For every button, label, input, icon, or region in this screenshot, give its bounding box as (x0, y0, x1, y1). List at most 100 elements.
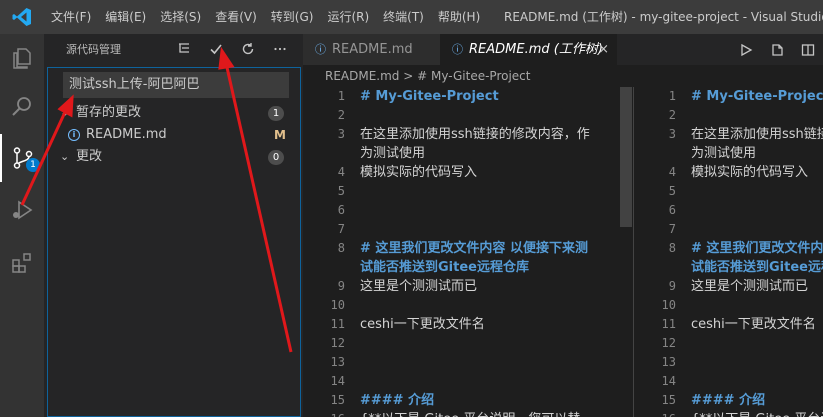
editor-pane-left[interactable]: 1 # My-Gitee-Project 2 3 在这里添加使用ssh链接的修改内容，作… (303, 87, 633, 417)
editor-pane-right[interactable]: 1 # My-Gitee-Project 2 3 在这里添加使用ssh链接的修改内容为测… (633, 87, 823, 417)
scrollbar-thumb[interactable] (620, 87, 632, 227)
line-number: 7 (668, 222, 676, 236)
code-text: # 这里我们更改文件内容 以便接下来测 (360, 241, 588, 256)
files-icon (13, 48, 31, 69)
menu-edit[interactable]: 编辑(E) (98, 0, 153, 34)
code-line[interactable]: 6 (303, 201, 633, 220)
sidebar-header: 源代码管理 (44, 34, 303, 64)
code-line[interactable]: 11 ceshi一下更改文件名 (303, 315, 633, 334)
code-line[interactable]: 13 (303, 353, 633, 372)
line-number: 6 (668, 203, 676, 217)
code-line[interactable]: 14 (303, 372, 633, 391)
commit-button[interactable] (200, 34, 232, 64)
chevron-down-icon: ⌄ (60, 106, 70, 119)
code-line[interactable]: 8 # 这里我们更改文件内容 以便接下来测 (303, 239, 633, 258)
line-number: 12 (330, 336, 345, 350)
code-line[interactable]: 为测试使用 (634, 144, 823, 163)
code-line[interactable]: 2 (303, 106, 633, 125)
info-icon: ⓘ (452, 43, 463, 56)
code-line[interactable]: 试能否推送到Gitee远程仓库 (634, 258, 823, 277)
code-line[interactable]: 10 (303, 296, 633, 315)
changes-count-badge: 0 (268, 150, 284, 165)
code-line[interactable]: 16 {**以下是 Gitee 平台说明，您可以替 (303, 410, 633, 417)
search-button[interactable] (0, 82, 44, 130)
menu-help[interactable]: 帮助(H) (431, 0, 487, 34)
info-icon: i (68, 129, 80, 141)
menu-file[interactable]: 文件(F) (44, 0, 98, 34)
changes-label: 更改 (76, 149, 103, 164)
menu-run[interactable]: 运行(R) (320, 0, 376, 34)
code-line[interactable]: 9 这里是个测测试而已 (634, 277, 823, 296)
line-number: 10 (661, 298, 676, 312)
sidebar-title: 源代码管理 (66, 43, 121, 56)
code-line[interactable]: 16 {**以下是 Gitee 平台说明 (634, 410, 823, 417)
code-line[interactable]: 为测试使用 (303, 144, 633, 163)
window-title: README.md (工作树) - my-gitee-project - Vis… (504, 10, 823, 24)
code-line[interactable]: 7 (303, 220, 633, 239)
code-line[interactable]: 10 (634, 296, 823, 315)
code-line[interactable]: 4 模拟实际的代码写入 (303, 163, 633, 182)
menu-selection[interactable]: 选择(S) (153, 0, 208, 34)
staged-changes-group[interactable]: ⌄ 暂存的更改 1 (48, 102, 300, 124)
code-line[interactable]: 12 (303, 334, 633, 353)
changes-group[interactable]: ⌄ 更改 0 (48, 146, 300, 168)
code-line[interactable]: 6 (634, 201, 823, 220)
tab-readme-working-tree[interactable]: ⓘ README.md (工作树) × (440, 34, 617, 65)
code-line[interactable]: 7 (634, 220, 823, 239)
line-number: 15 (661, 393, 676, 407)
editor-actions (731, 34, 823, 65)
source-control-button[interactable]: 1 (0, 134, 44, 182)
code-line[interactable]: 4 模拟实际的代码写入 (634, 163, 823, 182)
code-line[interactable]: 2 (634, 106, 823, 125)
code-line[interactable]: 8 # 这里我们更改文件内容 (634, 239, 823, 258)
staged-file-item[interactable]: i README.md M (48, 124, 300, 146)
breadcrumb[interactable]: README.md > # My-Gitee-Project (303, 65, 823, 87)
code-line[interactable]: 3 在这里添加使用ssh链接的修改内容 (634, 125, 823, 144)
more-actions-button[interactable] (264, 34, 296, 64)
code-line[interactable]: 9 这里是个测测试而已 (303, 277, 633, 296)
commit-message-input[interactable]: 测试ssh上传-阿巴阿巴 (63, 72, 289, 98)
code-line[interactable]: 14 (634, 372, 823, 391)
code-line[interactable]: 5 (303, 182, 633, 201)
code-text: 在这里添加使用ssh链接的修改内容，作 (360, 127, 590, 142)
code-line[interactable]: 15 #### 介绍 (634, 391, 823, 410)
menu-terminal[interactable]: 终端(T) (376, 0, 431, 34)
code-line[interactable]: 11 ceshi一下更改文件名 (634, 315, 823, 334)
open-file-icon[interactable] (770, 43, 784, 57)
play-icon[interactable] (739, 43, 753, 57)
refresh-button[interactable] (232, 34, 264, 64)
line-number: 1 (668, 89, 676, 103)
code-text: # My-Gitee-Project (360, 89, 499, 104)
code-line[interactable]: 3 在这里添加使用ssh链接的修改内容，作 (303, 125, 633, 144)
tab-working-tree-label: README.md (工作树) (469, 42, 603, 57)
run-debug-button[interactable] (0, 186, 44, 234)
code-line[interactable]: 12 (634, 334, 823, 353)
line-number: 6 (337, 203, 345, 217)
title-bar: 文件(F) 编辑(E) 选择(S) 查看(V) 转到(G) 运行(R) 终端(T… (0, 0, 823, 34)
extensions-button[interactable] (0, 239, 44, 287)
code-line[interactable]: 1 # My-Gitee-Project (634, 87, 823, 106)
code-line[interactable]: 5 (634, 182, 823, 201)
tab-readme-label: README.md (332, 42, 413, 57)
line-number: 4 (337, 165, 345, 179)
code-text: {**以下是 Gitee 平台说明，您可以替 (360, 410, 580, 417)
code-line[interactable]: 15 #### 介绍 (303, 391, 633, 410)
code-line[interactable]: 13 (634, 353, 823, 372)
code-text: 模拟实际的代码写入 (360, 165, 478, 180)
code-text: #### 介绍 (360, 393, 435, 408)
explorer-button[interactable] (0, 34, 44, 82)
staged-file-name: README.md (86, 127, 167, 142)
menu-view[interactable]: 查看(V) (208, 0, 264, 34)
line-number: 2 (337, 108, 345, 122)
code-text: {**以下是 Gitee 平台说明 (691, 410, 823, 417)
code-line[interactable]: 1 # My-Gitee-Project (303, 87, 633, 106)
code-text: 为测试使用 (691, 146, 757, 161)
menu-go[interactable]: 转到(G) (264, 0, 321, 34)
view-as-tree-button[interactable] (168, 34, 200, 64)
code-line[interactable]: 试能否推送到Gitee远程仓库 (303, 258, 633, 277)
tab-readme[interactable]: ⓘ README.md (303, 34, 440, 65)
split-editor-icon[interactable] (801, 43, 815, 57)
code-text: ceshi一下更改文件名 (360, 317, 485, 332)
close-icon[interactable]: × (598, 34, 609, 65)
line-number: 9 (668, 279, 676, 293)
